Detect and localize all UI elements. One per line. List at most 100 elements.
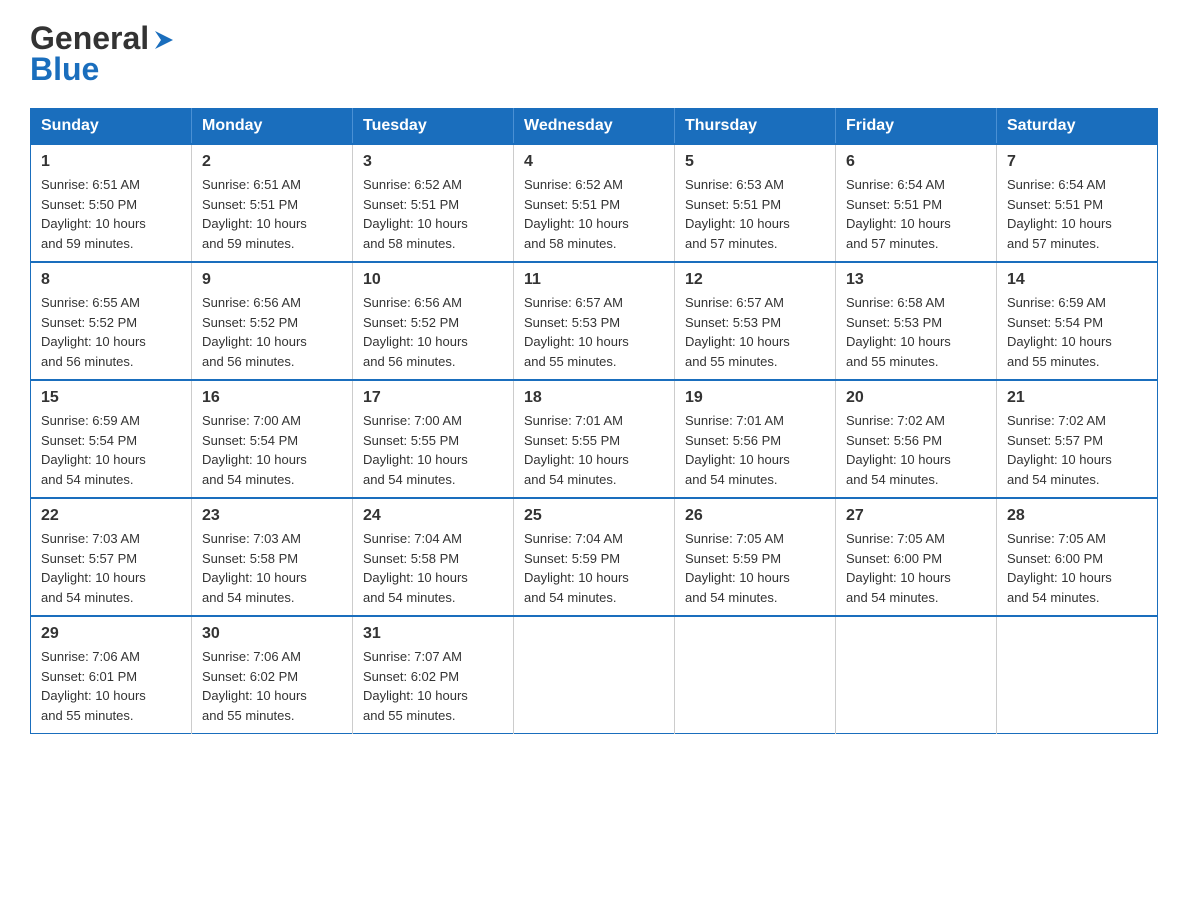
day-number: 12	[685, 271, 825, 289]
day-number: 25	[524, 507, 664, 525]
day-number: 23	[202, 507, 342, 525]
day-number: 2	[202, 153, 342, 171]
calendar-week-row: 8 Sunrise: 6:55 AMSunset: 5:52 PMDaylight…	[31, 262, 1158, 380]
day-info: Sunrise: 7:04 AMSunset: 5:58 PMDaylight:…	[363, 529, 503, 607]
day-info: Sunrise: 7:02 AMSunset: 5:56 PMDaylight:…	[846, 411, 986, 489]
calendar-day-cell: 19 Sunrise: 7:01 AMSunset: 5:56 PMDayligh…	[675, 380, 836, 498]
day-number: 28	[1007, 507, 1147, 525]
day-number: 4	[524, 153, 664, 171]
day-number: 10	[363, 271, 503, 289]
day-info: Sunrise: 7:01 AMSunset: 5:55 PMDaylight:…	[524, 411, 664, 489]
calendar-day-cell: 17 Sunrise: 7:00 AMSunset: 5:55 PMDayligh…	[353, 380, 514, 498]
calendar-day-cell: 18 Sunrise: 7:01 AMSunset: 5:55 PMDayligh…	[514, 380, 675, 498]
day-info: Sunrise: 6:51 AMSunset: 5:51 PMDaylight:…	[202, 175, 342, 253]
calendar-day-cell: 27Sunrise: 7:05 AMSunset: 6:00 PMDayligh…	[836, 498, 997, 616]
day-info: Sunrise: 6:55 AMSunset: 5:52 PMDaylight:…	[41, 293, 181, 371]
day-info: Sunrise: 6:58 AMSunset: 5:53 PMDaylight:…	[846, 293, 986, 371]
calendar-day-cell: 21 Sunrise: 7:02 AMSunset: 5:57 PMDayligh…	[997, 380, 1158, 498]
day-info: Sunrise: 7:00 AMSunset: 5:55 PMDaylight:…	[363, 411, 503, 489]
calendar-day-cell: 26 Sunrise: 7:05 AMSunset: 5:59 PMDayligh…	[675, 498, 836, 616]
day-number: 6	[846, 153, 986, 171]
calendar-day-cell	[514, 616, 675, 734]
calendar-day-cell: 14 Sunrise: 6:59 AMSunset: 5:54 PMDayligh…	[997, 262, 1158, 380]
day-number: 31	[363, 625, 503, 643]
day-info: Sunrise: 6:52 AMSunset: 5:51 PMDaylight:…	[363, 175, 503, 253]
day-number: 27	[846, 507, 986, 525]
day-info: Sunrise: 7:01 AMSunset: 5:56 PMDaylight:…	[685, 411, 825, 489]
day-info: Sunrise: 6:51 AMSunset: 5:50 PMDaylight:…	[41, 175, 181, 253]
calendar-day-cell: 30Sunrise: 7:06 AMSunset: 6:02 PMDayligh…	[192, 616, 353, 734]
day-info: Sunrise: 6:59 AMSunset: 5:54 PMDaylight:…	[41, 411, 181, 489]
day-number: 16	[202, 389, 342, 407]
day-info: Sunrise: 7:02 AMSunset: 5:57 PMDaylight:…	[1007, 411, 1147, 489]
day-number: 18	[524, 389, 664, 407]
weekday-header-thursday: Thursday	[675, 109, 836, 145]
calendar-day-cell: 1Sunrise: 6:51 AMSunset: 5:50 PMDaylight…	[31, 144, 192, 262]
day-info: Sunrise: 6:56 AMSunset: 5:52 PMDaylight:…	[363, 293, 503, 371]
day-number: 17	[363, 389, 503, 407]
day-info: Sunrise: 7:06 AMSunset: 6:01 PMDaylight:…	[41, 647, 181, 725]
calendar-day-cell: 22Sunrise: 7:03 AMSunset: 5:57 PMDayligh…	[31, 498, 192, 616]
calendar-day-cell: 13 Sunrise: 6:58 AMSunset: 5:53 PMDayligh…	[836, 262, 997, 380]
calendar-day-cell	[836, 616, 997, 734]
day-number: 7	[1007, 153, 1147, 171]
logo-arrow-icon	[151, 27, 177, 53]
calendar-day-cell: 10 Sunrise: 6:56 AMSunset: 5:52 PMDayligh…	[353, 262, 514, 380]
calendar-day-cell	[675, 616, 836, 734]
day-number: 22	[41, 507, 181, 525]
calendar-day-cell: 9Sunrise: 6:56 AMSunset: 5:52 PMDaylight…	[192, 262, 353, 380]
day-info: Sunrise: 7:04 AMSunset: 5:59 PMDaylight:…	[524, 529, 664, 607]
day-number: 26	[685, 507, 825, 525]
day-info: Sunrise: 6:57 AMSunset: 5:53 PMDaylight:…	[524, 293, 664, 371]
day-number: 15	[41, 389, 181, 407]
calendar-day-cell: 4 Sunrise: 6:52 AMSunset: 5:51 PMDaylight…	[514, 144, 675, 262]
logo-blue-text: Blue	[30, 51, 99, 88]
day-number: 19	[685, 389, 825, 407]
day-info: Sunrise: 6:59 AMSunset: 5:54 PMDaylight:…	[1007, 293, 1147, 371]
day-number: 13	[846, 271, 986, 289]
calendar-day-cell: 16Sunrise: 7:00 AMSunset: 5:54 PMDayligh…	[192, 380, 353, 498]
day-info: Sunrise: 7:07 AMSunset: 6:02 PMDaylight:…	[363, 647, 503, 725]
day-info: Sunrise: 6:52 AMSunset: 5:51 PMDaylight:…	[524, 175, 664, 253]
calendar-day-cell: 31 Sunrise: 7:07 AMSunset: 6:02 PMDayligh…	[353, 616, 514, 734]
day-info: Sunrise: 7:03 AMSunset: 5:58 PMDaylight:…	[202, 529, 342, 607]
calendar-day-cell: 6 Sunrise: 6:54 AMSunset: 5:51 PMDaylight…	[836, 144, 997, 262]
day-number: 24	[363, 507, 503, 525]
calendar-day-cell: 8 Sunrise: 6:55 AMSunset: 5:52 PMDaylight…	[31, 262, 192, 380]
calendar-day-cell: 23 Sunrise: 7:03 AMSunset: 5:58 PMDayligh…	[192, 498, 353, 616]
calendar-day-cell: 5 Sunrise: 6:53 AMSunset: 5:51 PMDaylight…	[675, 144, 836, 262]
day-number: 11	[524, 271, 664, 289]
weekday-header-row: SundayMondayTuesdayWednesdayThursdayFrid…	[31, 109, 1158, 145]
weekday-header-friday: Friday	[836, 109, 997, 145]
calendar-week-row: 29Sunrise: 7:06 AMSunset: 6:01 PMDayligh…	[31, 616, 1158, 734]
day-info: Sunrise: 7:05 AMSunset: 5:59 PMDaylight:…	[685, 529, 825, 607]
weekday-header-saturday: Saturday	[997, 109, 1158, 145]
calendar-day-cell	[997, 616, 1158, 734]
day-info: Sunrise: 7:05 AMSunset: 6:00 PMDaylight:…	[1007, 529, 1147, 607]
day-number: 21	[1007, 389, 1147, 407]
calendar-day-cell: 15 Sunrise: 6:59 AMSunset: 5:54 PMDayligh…	[31, 380, 192, 498]
day-number: 30	[202, 625, 342, 643]
day-info: Sunrise: 6:54 AMSunset: 5:51 PMDaylight:…	[1007, 175, 1147, 253]
calendar-day-cell: 3 Sunrise: 6:52 AMSunset: 5:51 PMDaylight…	[353, 144, 514, 262]
calendar-day-cell: 28 Sunrise: 7:05 AMSunset: 6:00 PMDayligh…	[997, 498, 1158, 616]
day-number: 20	[846, 389, 986, 407]
calendar-day-cell: 24 Sunrise: 7:04 AMSunset: 5:58 PMDayligh…	[353, 498, 514, 616]
day-info: Sunrise: 6:53 AMSunset: 5:51 PMDaylight:…	[685, 175, 825, 253]
calendar-table: SundayMondayTuesdayWednesdayThursdayFrid…	[30, 108, 1158, 734]
weekday-header-monday: Monday	[192, 109, 353, 145]
weekday-header-wednesday: Wednesday	[514, 109, 675, 145]
calendar-day-cell: 29Sunrise: 7:06 AMSunset: 6:01 PMDayligh…	[31, 616, 192, 734]
calendar-day-cell: 7 Sunrise: 6:54 AMSunset: 5:51 PMDaylight…	[997, 144, 1158, 262]
weekday-header-sunday: Sunday	[31, 109, 192, 145]
day-number: 5	[685, 153, 825, 171]
day-number: 14	[1007, 271, 1147, 289]
calendar-day-cell: 2 Sunrise: 6:51 AMSunset: 5:51 PMDaylight…	[192, 144, 353, 262]
logo: General Blue	[30, 20, 177, 88]
calendar-day-cell: 20 Sunrise: 7:02 AMSunset: 5:56 PMDayligh…	[836, 380, 997, 498]
day-number: 3	[363, 153, 503, 171]
weekday-header-tuesday: Tuesday	[353, 109, 514, 145]
calendar-day-cell: 11 Sunrise: 6:57 AMSunset: 5:53 PMDayligh…	[514, 262, 675, 380]
day-info: Sunrise: 6:54 AMSunset: 5:51 PMDaylight:…	[846, 175, 986, 253]
day-number: 8	[41, 271, 181, 289]
